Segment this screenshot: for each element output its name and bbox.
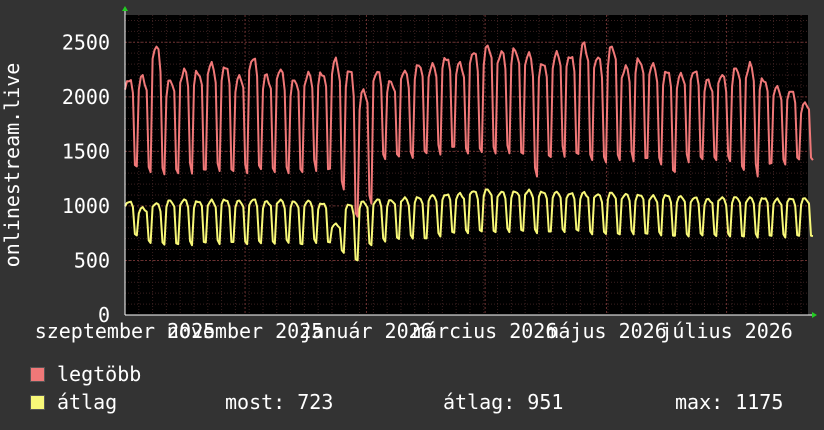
stat-max: max: 1175 <box>675 390 784 414</box>
y-axis-arrow-icon <box>122 6 128 11</box>
legend-label-atlag: átlag <box>57 390 118 414</box>
x-tick-label: július 2026 <box>660 319 792 343</box>
legend-swatch-legtobb <box>30 366 45 382</box>
stat-now: most: 723 <box>225 390 334 414</box>
x-axis-arrow-icon <box>812 312 817 318</box>
y-tick-label: 500 <box>74 248 110 272</box>
y-tick-label: 2000 <box>62 85 110 109</box>
legend-label-legtobb: legtöbb <box>57 362 142 386</box>
legend-item-atlag: átlag <box>30 390 117 414</box>
y-tick-label: 2500 <box>62 30 110 54</box>
y-tick-label: 1000 <box>62 194 110 218</box>
y-axis-label: onlinestream.live <box>0 63 24 268</box>
legend-swatch-atlag <box>30 394 45 410</box>
plot-area <box>125 15 808 315</box>
x-tick-label: május 2026 <box>546 319 666 343</box>
stat-average: átlag: 951 <box>443 390 564 414</box>
legend-item-legtobb: legtöbb <box>30 362 141 386</box>
x-tick-label: március 2026 <box>413 319 558 343</box>
y-tick-label: 1500 <box>62 139 110 163</box>
